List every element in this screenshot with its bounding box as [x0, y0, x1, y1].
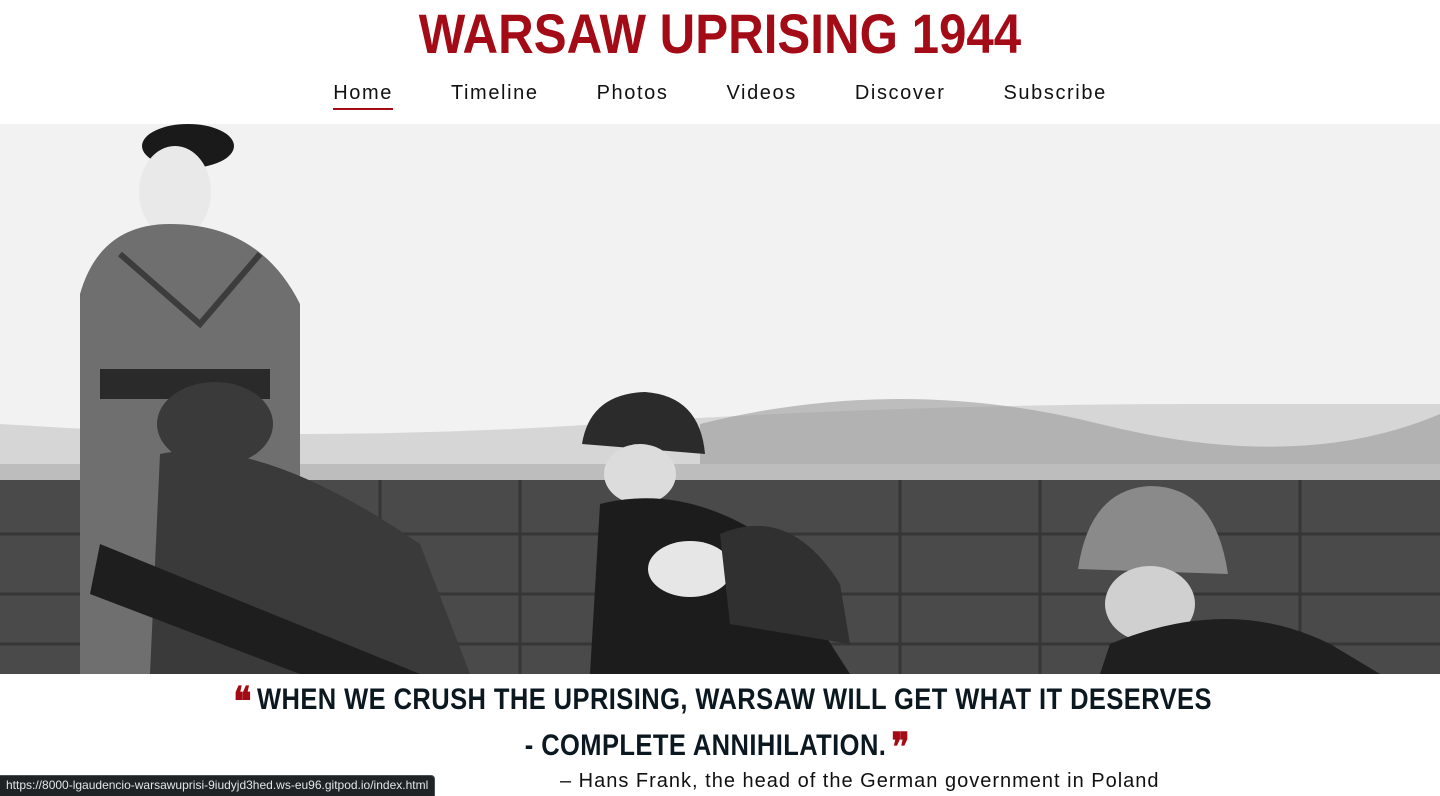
hero-photo-illustration [0, 124, 1440, 674]
main-nav: Home Timeline Photos Videos Discover Sub… [0, 80, 1440, 110]
quote-attribution: – Hans Frank, the head of the German gov… [560, 770, 1160, 792]
hero-image [0, 124, 1440, 674]
quote-block: ❝ WHEN WE CRUSH THE UPRISING, WARSAW WILL… [0, 678, 1440, 770]
quote-text-line-1: WHEN WE CRUSH THE UPRISING, WARSAW WILL … [257, 683, 1212, 716]
quote-line-1: ❝ WHEN WE CRUSH THE UPRISING, WARSAW WILL… [108, 678, 1332, 724]
nav-item-timeline[interactable]: Timeline [451, 80, 539, 110]
page: WARSAW UPRISING 1944 Home Timeline Photo… [0, 0, 1440, 796]
open-quote-icon: ❝ [233, 680, 252, 724]
quote-line-2: - COMPLETE ANNIHILATION. ❞ [108, 724, 1332, 770]
quote-text-line-2: - COMPLETE ANNIHILATION. [524, 729, 887, 762]
close-quote-icon: ❞ [891, 726, 911, 770]
nav-item-home[interactable]: Home [333, 80, 393, 110]
browser-status-url: https://8000-lgaudencio-warsawuprisi-9iu… [0, 775, 436, 796]
nav-item-photos[interactable]: Photos [597, 80, 669, 110]
nav-item-subscribe[interactable]: Subscribe [1003, 80, 1106, 110]
nav-item-videos[interactable]: Videos [726, 80, 796, 110]
site-title[interactable]: WARSAW UPRISING 1944 [86, 2, 1353, 66]
nav-item-discover[interactable]: Discover [855, 80, 946, 110]
